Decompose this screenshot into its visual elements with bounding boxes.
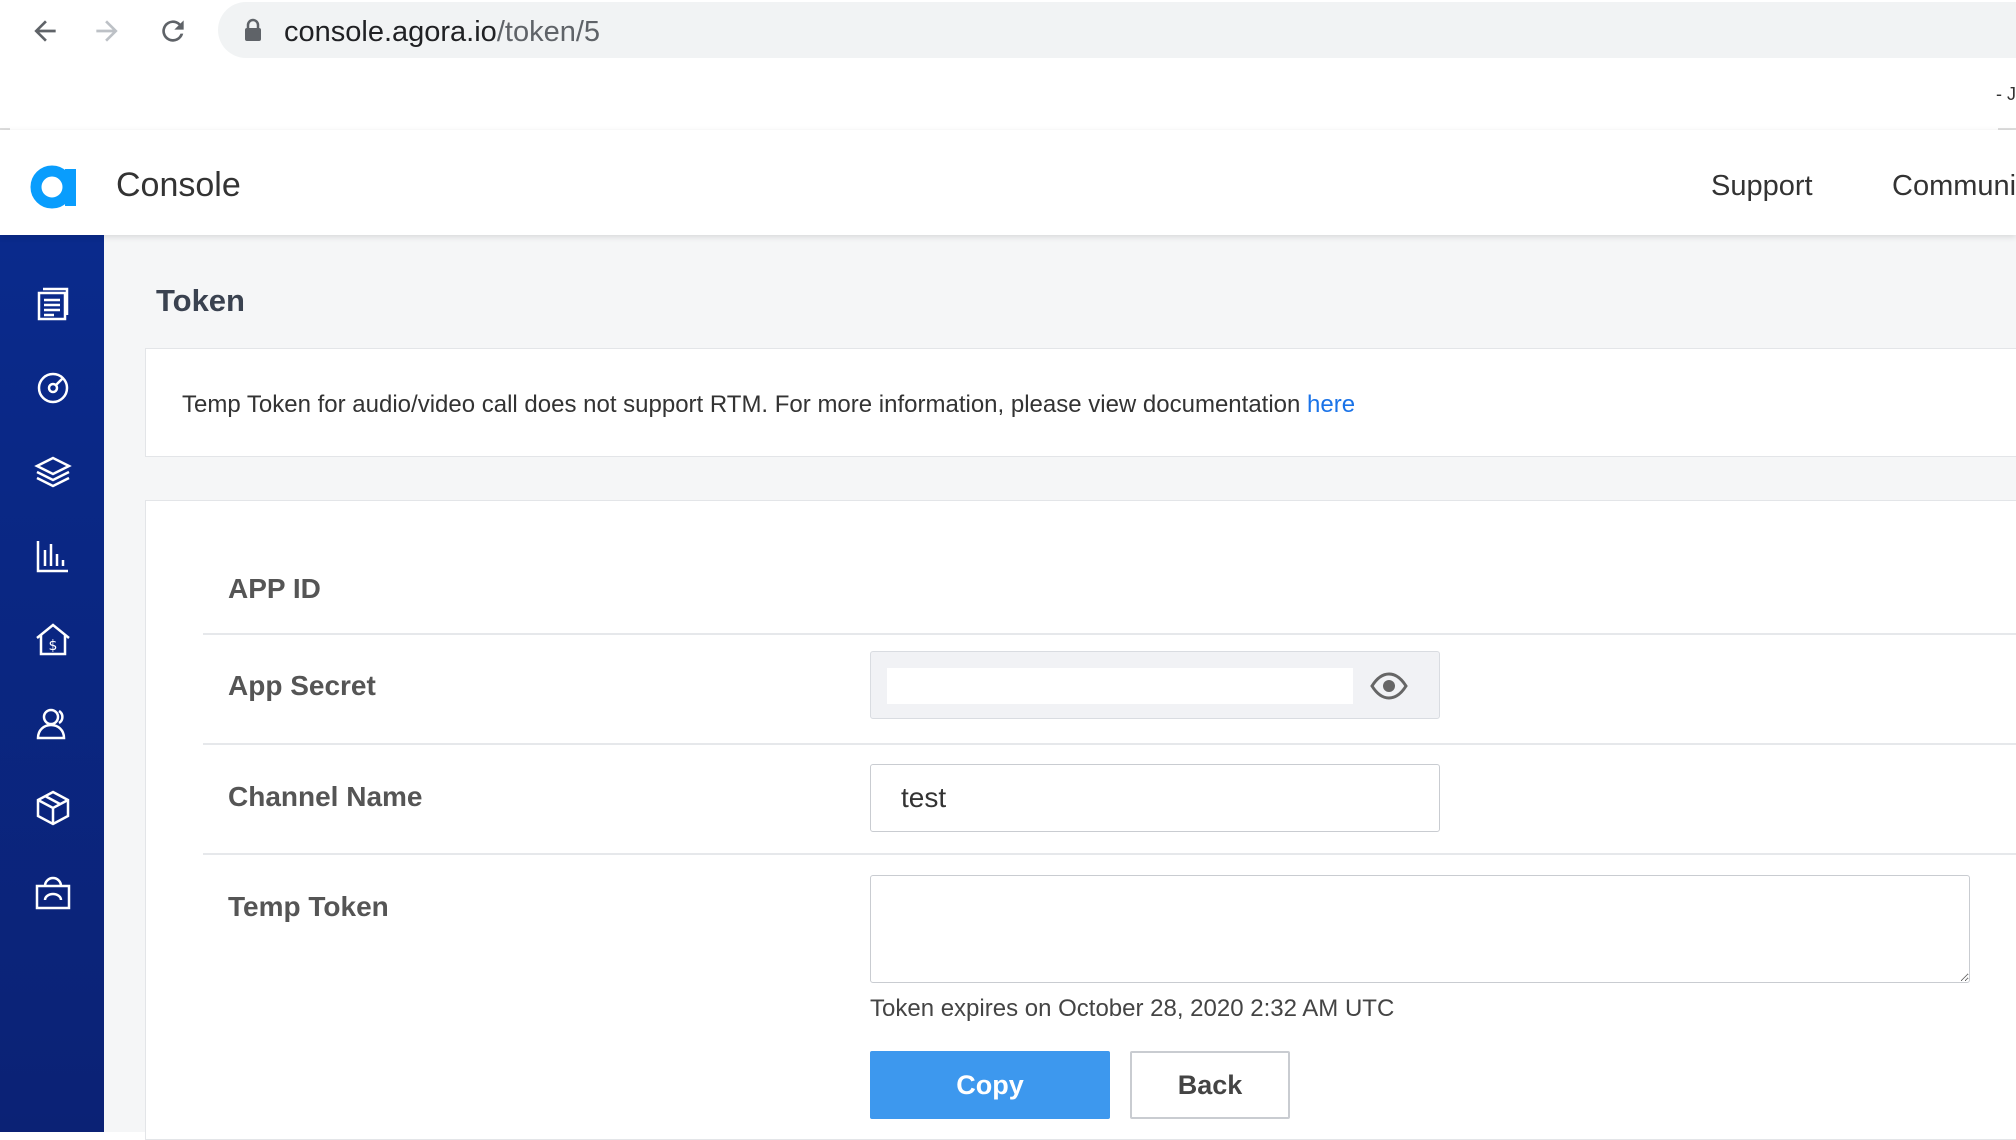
browser-toolbar: console.agora.io/token/5: [0, 0, 2016, 60]
dashboard-icon[interactable]: [30, 365, 76, 411]
url-host: console.agora.io: [284, 16, 497, 48]
svg-text:$: $: [49, 638, 58, 654]
address-bar[interactable]: console.agora.io/token/5: [218, 2, 2016, 58]
billing-icon[interactable]: $: [30, 617, 76, 663]
copy-button[interactable]: Copy: [870, 1051, 1110, 1119]
lock-icon: [245, 18, 261, 41]
url-text: console.agora.io/token/5: [284, 16, 600, 49]
analytics-icon[interactable]: [30, 533, 76, 579]
notice-message: Temp Token for audio/video call does not…: [182, 391, 1308, 418]
divider: [203, 633, 2016, 635]
channel-name-input[interactable]: [870, 764, 1440, 832]
channel-name-label: Channel Name: [228, 781, 423, 812]
marketplace-icon[interactable]: [30, 869, 76, 915]
divider: [203, 853, 2016, 855]
divider: [203, 743, 2016, 745]
layers-icon[interactable]: [30, 449, 76, 495]
reload-icon[interactable]: [152, 10, 194, 52]
community-link[interactable]: Communi: [1892, 170, 2016, 203]
extensions-icon[interactable]: [30, 785, 76, 831]
main-content: Token Temp Token for audio/video call do…: [104, 235, 2016, 1140]
support-link[interactable]: Support: [1711, 170, 1813, 203]
sidebar: $: [0, 235, 104, 1132]
token-expiry-text: Token expires on October 28, 2020 2:32 A…: [870, 995, 1395, 1022]
app-id-label: APP ID: [228, 573, 321, 604]
app-secret-field: [870, 651, 1440, 719]
documentation-link[interactable]: here: [1307, 391, 1355, 418]
back-arrow-icon[interactable]: [24, 10, 66, 52]
app-secret-label: App Secret: [228, 670, 376, 701]
url-path: /token/5: [496, 16, 601, 48]
temp-token-label: Temp Token: [228, 891, 389, 922]
app-title: Console: [116, 166, 241, 204]
projects-icon[interactable]: [30, 281, 76, 327]
edge-text: - J: [1996, 84, 2016, 104]
temp-token-textarea[interactable]: [870, 875, 1970, 983]
notice-panel: Temp Token for audio/video call does not…: [145, 348, 2016, 457]
page-title: Token: [156, 283, 245, 318]
eye-icon[interactable]: [1369, 668, 1409, 704]
app-header: Console Support Communi: [0, 130, 2016, 235]
notice-text: Temp Token for audio/video call does not…: [182, 391, 1355, 419]
back-button[interactable]: Back: [1130, 1051, 1290, 1119]
agora-logo-icon[interactable]: [30, 161, 78, 209]
members-icon[interactable]: [30, 701, 76, 747]
token-form-card: APP ID App Secret Channel Name Temp Toke…: [145, 500, 2016, 1140]
forward-arrow-icon[interactable]: [86, 10, 128, 52]
app-secret-input[interactable]: [887, 668, 1353, 704]
